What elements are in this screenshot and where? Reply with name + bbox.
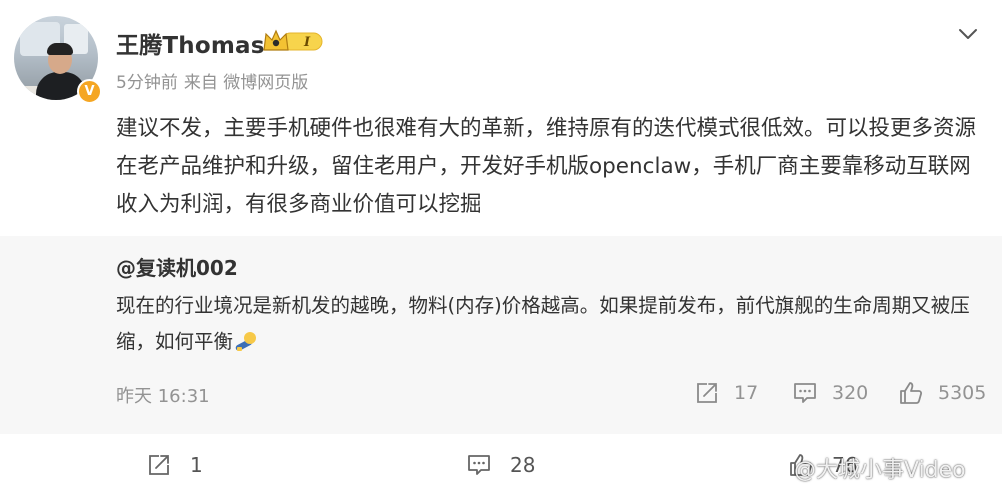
retweet-comment-button[interactable]: 320 [792,378,868,408]
retweet-text-wrap: 现在的行业境况是新机发的越晚，物料(内存)价格越高。如果提前发布，前代旗舰的生命… [116,288,984,360]
member-level-text: I [303,35,311,50]
post-source: 来自 微博网页版 [183,73,309,93]
watermark-text: @大城小事Video [794,458,966,483]
repost-count: 1 [190,453,203,477]
balance-emoji-icon [235,332,257,351]
comment-icon [468,455,490,475]
author-name[interactable]: 王腾Thomas [116,26,265,60]
retweet-time[interactable]: 昨天 16:31 [116,382,210,408]
retweet-like-count: 5305 [938,382,987,404]
weibo-logo-icon [759,458,787,480]
retweet-repost-count: 17 [734,382,759,404]
repost-button[interactable]: 1 [146,450,203,480]
post-text: 建议不发，主要手机硬件也很难有大的革新，维持原有的迭代模式很低效。可以投更多资源… [116,116,977,217]
post-meta: 5分钟前 来自 微博网页版 [116,68,314,93]
chevron-down-icon[interactable] [956,22,980,46]
retweet-comment-count: 320 [832,382,869,404]
like-icon [900,382,923,404]
verified-badge-icon: V [77,79,102,104]
comment-count: 28 [510,453,536,477]
avatar[interactable]: V [14,16,102,104]
repost-icon [697,383,717,403]
comment-button[interactable]: 28 [466,450,535,480]
repost-icon [149,455,169,475]
comment-icon [794,383,816,403]
crown-level-icon[interactable]: I [262,28,324,54]
retweet-card[interactable]: @复读机002 现在的行业境况是新机发的越晚，物料(内存)价格越高。如果提前发布… [0,236,1002,434]
retweet-repost-button[interactable]: 17 [694,378,758,408]
retweet-author[interactable]: @复读机002 [116,252,238,281]
post-time[interactable]: 5分钟前 [116,73,178,93]
retweet-like-button[interactable]: 5305 [898,378,986,408]
weibo-post: V 王腾Thomas I 5分钟前 来自 微博网页版 建议不发，主要手机硬件也很难… [0,0,1002,500]
watermark: @大城小事Video [758,452,966,484]
